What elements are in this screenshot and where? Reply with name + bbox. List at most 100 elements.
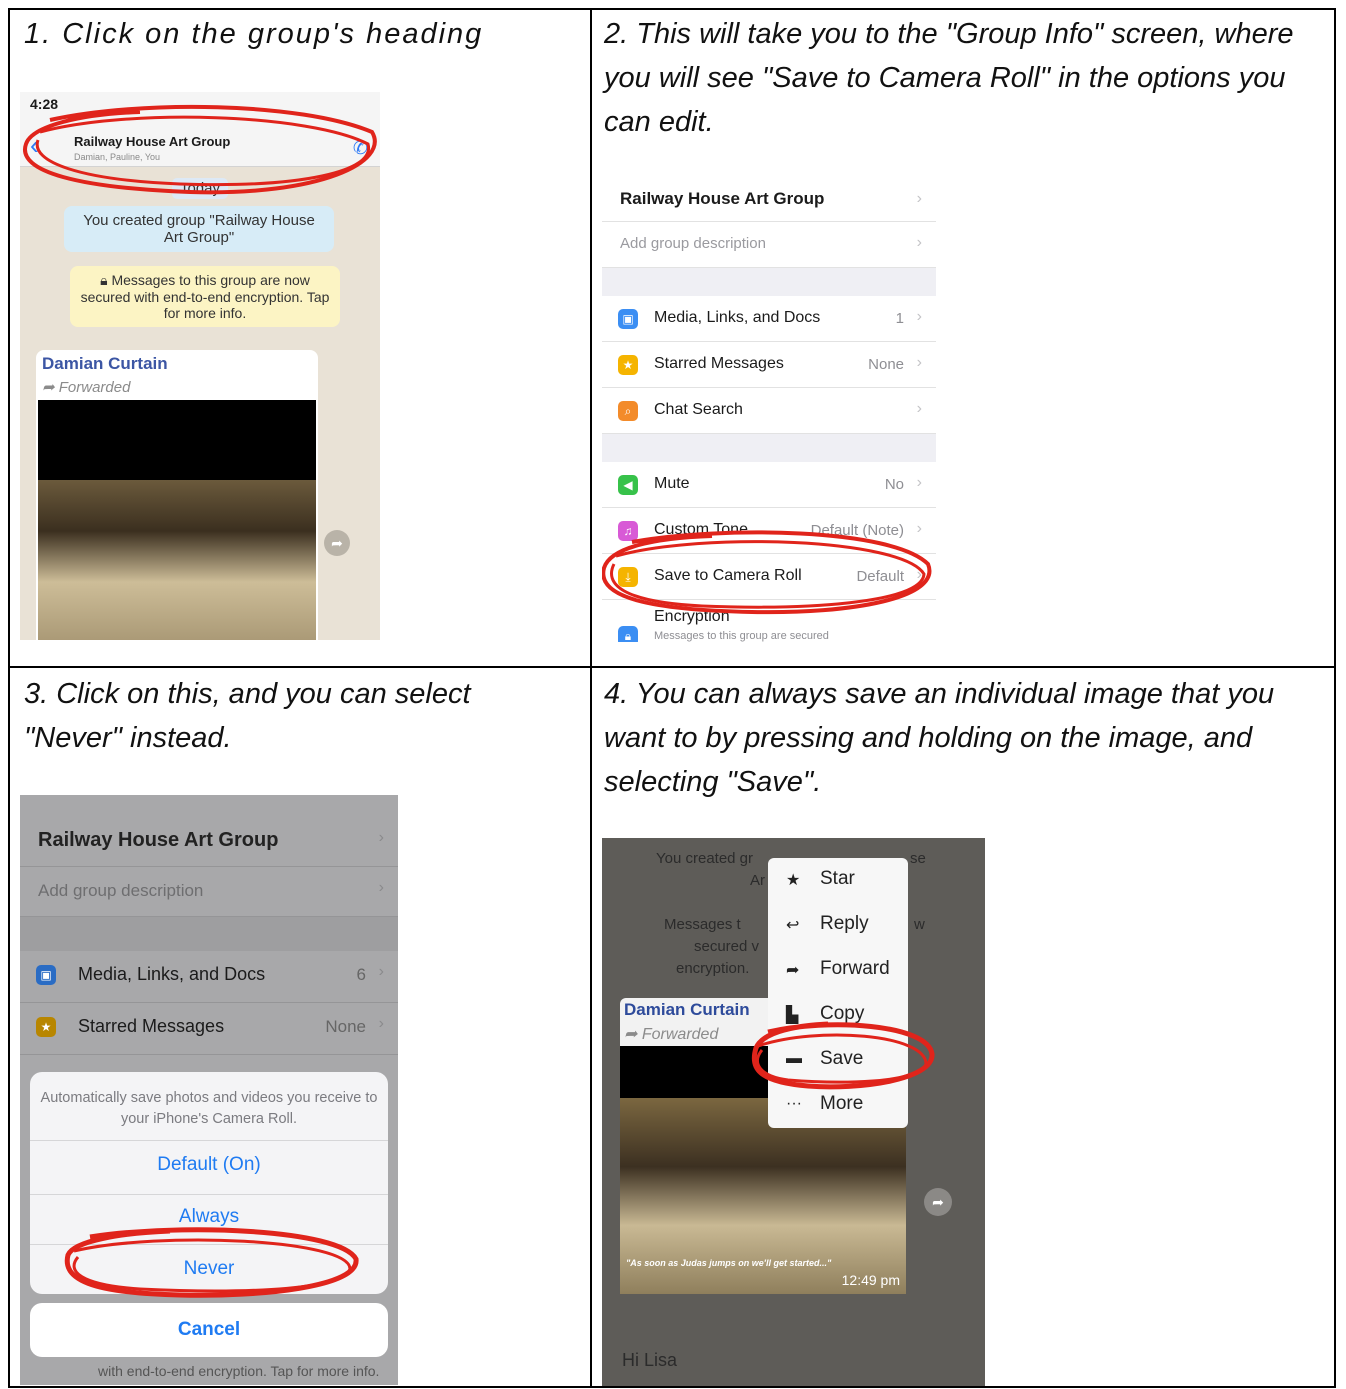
row-value: Default (Note): [810, 522, 904, 539]
row-label: Save to Camera Roll: [654, 567, 802, 584]
forward-icon[interactable]: ➦: [324, 530, 350, 556]
row-value: None: [325, 1017, 366, 1036]
option-always[interactable]: Always: [30, 1206, 388, 1228]
menu-label: Star: [820, 868, 855, 889]
starred-row: ★ Starred Messages None ›: [20, 1003, 398, 1055]
step-3-caption: 3. Click on this, and you can select "Ne…: [24, 678, 471, 754]
section-gap: [20, 917, 398, 951]
chevron-right-icon: ›: [916, 308, 922, 325]
reply-icon: ↩: [786, 917, 800, 934]
music-icon: ♫: [618, 521, 638, 541]
chevron-right-icon: ›: [916, 234, 922, 251]
forwarded-label: ➦ Forwarded: [42, 379, 131, 396]
more-icon: ···: [786, 1095, 802, 1112]
background-text: se: [910, 850, 926, 867]
back-chevron-icon[interactable]: ‹: [30, 132, 39, 158]
sender-name: Damian Curtain: [624, 1000, 750, 1019]
camera-roll-options-screenshot: Railway House Art Group › Add group desc…: [20, 795, 398, 1385]
chat-screenshot: 4:28 ‹ Railway House Art Group Damian, P…: [20, 92, 380, 640]
menu-item-more[interactable]: ··· More: [768, 1083, 908, 1128]
background-text: You created gr: [656, 850, 754, 867]
menu-label: Copy: [820, 1003, 865, 1024]
phone-icon[interactable]: ✆: [353, 138, 368, 159]
save-to-camera-roll-row[interactable]: ⤓ Save to Camera Roll Default ›: [602, 554, 936, 600]
group-name: Railway House Art Group: [38, 829, 279, 851]
mute-row[interactable]: ◀ Mute No ›: [602, 462, 936, 508]
chevron-right-icon: ›: [916, 400, 922, 417]
date-chip: Today: [172, 178, 229, 199]
chevron-right-icon: ›: [378, 829, 384, 846]
background-text: encryption.: [676, 960, 750, 977]
message-bubble[interactable]: Damian Curtain ➦ Forwarded: [36, 350, 318, 640]
row-label: Starred Messages: [654, 355, 784, 372]
row-label: Starred Messages: [78, 1016, 225, 1036]
group-name-row: Railway House Art Group ›: [20, 817, 398, 867]
menu-item-forward[interactable]: ➦ Forward: [768, 948, 908, 993]
menu-label: Forward: [820, 958, 890, 979]
chat-search-row[interactable]: ⌕ Chat Search ›: [602, 388, 936, 434]
step-1-caption: 1. Click on the group's heading: [24, 18, 484, 50]
row-value: None: [868, 356, 904, 373]
group-description-row: Add group description ›: [20, 867, 398, 917]
encryption-notice[interactable]: 🔒︎ Messages to this group are now secure…: [70, 266, 340, 327]
shared-image[interactable]: [38, 400, 316, 640]
group-name[interactable]: Railway House Art Group: [74, 134, 230, 149]
media-row[interactable]: ▣ Media, Links, and Docs 1 ›: [602, 296, 936, 342]
chevron-right-icon: ›: [916, 520, 922, 537]
row-value: 6: [356, 965, 366, 984]
save-icon: ⤓: [618, 567, 638, 587]
group-description-row[interactable]: Add group description ›: [602, 222, 936, 268]
menu-item-save[interactable]: ▬ Save: [768, 1038, 908, 1083]
row-label: Media, Links, and Docs: [654, 309, 821, 326]
forward-icon: ➦: [786, 962, 800, 979]
row-label: Custom Tone: [654, 521, 748, 538]
photo-icon: ▣: [618, 309, 638, 329]
row-value: Default: [856, 568, 904, 585]
description-placeholder: Add group description: [620, 235, 766, 252]
lock-icon: 🔒︎: [100, 272, 112, 288]
footer-text: with end-to-end encryption. Tap for more…: [98, 1363, 380, 1379]
column-divider: [590, 10, 592, 1386]
star-icon: ★: [36, 1017, 56, 1037]
group-info-screenshot: Railway House Art Group › Add group desc…: [602, 178, 936, 642]
row-label: Encryption: [654, 608, 730, 625]
chevron-right-icon: ›: [916, 354, 922, 371]
copy-icon: ▙: [786, 1007, 799, 1024]
menu-item-star[interactable]: ★ Star: [768, 858, 908, 903]
row-value: No: [884, 476, 904, 493]
media-row: ▣ Media, Links, and Docs 6 ›: [20, 951, 398, 1003]
encryption-row[interactable]: 🔒︎ Encryption Messages to this group are…: [602, 600, 936, 642]
chevron-right-icon: ›: [378, 963, 384, 980]
action-sheet: Automatically save photos and videos you…: [30, 1072, 388, 1294]
system-message: You created group "Railway House Art Gro…: [64, 206, 334, 252]
row-label: Media, Links, and Docs: [78, 964, 266, 984]
option-default[interactable]: Default (On): [30, 1154, 388, 1176]
starred-row[interactable]: ★ Starred Messages None ›: [602, 342, 936, 388]
context-menu: ★ Star ↩ Reply ➦ Forward ▙ Copy ▬ Save ··· Mor…: [768, 858, 908, 1128]
custom-tone-row[interactable]: ♫ Custom Tone Default (Note) ›: [602, 508, 936, 554]
chevron-right-icon: ›: [916, 474, 922, 491]
message-timestamp: 12:49 pm: [841, 1272, 900, 1288]
background-text: secured v: [694, 938, 760, 955]
sheet-description: Automatically save photos and videos you…: [40, 1090, 378, 1127]
menu-label: Save: [820, 1048, 864, 1069]
forward-icon[interactable]: ➦: [924, 1188, 952, 1216]
star-icon: ★: [618, 355, 638, 375]
section-gap: [602, 268, 936, 296]
cancel-button[interactable]: Cancel: [30, 1303, 388, 1357]
menu-item-copy[interactable]: ▙ Copy: [768, 993, 908, 1038]
menu-item-reply[interactable]: ↩ Reply: [768, 903, 908, 948]
group-name-row[interactable]: Railway House Art Group ›: [602, 178, 936, 222]
row-label: Mute: [654, 475, 690, 492]
chevron-right-icon: ›: [916, 566, 922, 583]
group-name: Railway House Art Group: [620, 189, 825, 208]
chat-header[interactable]: 4:28 ‹ Railway House Art Group Damian, P…: [20, 92, 380, 167]
option-never[interactable]: Never: [30, 1258, 388, 1280]
group-members: Damian, Pauline, You: [74, 152, 161, 162]
background-text: Messages t: [664, 916, 741, 933]
section-gap: [602, 434, 936, 462]
folder-icon: ▬: [786, 1050, 802, 1067]
step-4-caption: 4. You can always save an individual ima…: [604, 678, 1275, 798]
star-icon: ★: [786, 872, 801, 889]
next-message: Hi Lisa: [622, 1350, 678, 1370]
